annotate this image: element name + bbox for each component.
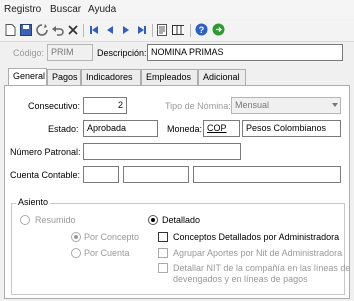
toolbar: ? xyxy=(0,20,354,42)
cuenta-contable-name[interactable] xyxy=(193,166,341,183)
svg-text:?: ? xyxy=(199,25,205,35)
undo-icon[interactable] xyxy=(52,24,64,36)
general-panel: Consecutivo: 2 Tipo de Nómina: Mensual E… xyxy=(4,85,350,299)
consecutivo-label: Consecutivo: xyxy=(28,101,81,111)
tab-general[interactable]: General xyxy=(8,68,47,86)
exit-icon[interactable] xyxy=(212,23,225,36)
por-concepto-label: Por Concepto xyxy=(84,232,140,242)
numero-patronal-label: Número Patronal: xyxy=(10,147,81,157)
cuenta-contable-code-2[interactable] xyxy=(123,166,189,183)
detallar-nit-checkbox[interactable] xyxy=(158,263,168,273)
por-cuenta-radio[interactable] xyxy=(71,248,81,258)
descripcion-label: Descripción: xyxy=(97,48,147,58)
agrupar-checkbox[interactable] xyxy=(158,248,168,258)
tab-empleados[interactable]: Empleados xyxy=(141,69,198,85)
moneda-name-field[interactable]: Pesos Colombianos xyxy=(242,120,341,137)
chevron-down-icon xyxy=(332,103,338,107)
tab-pagos[interactable]: Pagos xyxy=(47,69,81,85)
menu-buscar[interactable]: Buscar xyxy=(50,4,81,15)
menu-registro[interactable]: Registro xyxy=(4,4,41,15)
first-icon[interactable] xyxy=(88,24,100,36)
detallar-nit-label-2: devengados y en líneas de pagos xyxy=(173,274,308,284)
codigo-label: Código: xyxy=(13,48,45,58)
columns-icon[interactable] xyxy=(172,24,184,36)
tipo-nomina-value: Mensual xyxy=(235,100,270,110)
help-icon[interactable]: ? xyxy=(195,23,208,36)
next-icon[interactable] xyxy=(120,24,132,36)
last-icon[interactable] xyxy=(136,24,148,36)
resumido-label: Resumido xyxy=(35,215,76,225)
descripcion-field[interactable]: NOMINA PRIMAS xyxy=(147,44,343,61)
save-icon[interactable] xyxy=(20,24,32,36)
prev-icon[interactable] xyxy=(104,24,116,36)
new-icon[interactable] xyxy=(4,24,16,36)
refresh-icon[interactable] xyxy=(36,24,48,36)
resumido-radio[interactable] xyxy=(20,215,30,225)
detallado-radio[interactable] xyxy=(148,215,158,225)
delete-icon[interactable] xyxy=(67,24,79,36)
conceptos-admin-label: Conceptos Detallados por Administradora xyxy=(173,232,340,242)
consecutivo-field[interactable]: 2 xyxy=(83,97,127,114)
agrupar-label: Agrupar Aportes por Nit de Administrador… xyxy=(173,248,343,258)
detallar-nit-label-1: Detallar NIT de la compañía en las línea… xyxy=(173,263,351,273)
tipo-nomina-select: Mensual xyxy=(231,97,341,114)
codigo-field: PRIM xyxy=(47,44,93,61)
tab-adicional[interactable]: Adicional xyxy=(198,69,246,85)
tipo-nomina-label: Tipo de Nómina: xyxy=(165,101,231,111)
conceptos-admin-checkbox[interactable] xyxy=(158,232,168,242)
por-cuenta-label: Por Cuenta xyxy=(84,248,130,258)
detallado-label: Detallado xyxy=(162,215,201,225)
report-icon[interactable] xyxy=(156,24,168,36)
numero-patronal-field[interactable] xyxy=(83,143,241,160)
cuenta-contable-label: Cuenta Contable: xyxy=(10,170,81,180)
cuenta-contable-code-1[interactable] xyxy=(83,166,119,183)
por-concepto-radio[interactable] xyxy=(71,232,81,242)
estado-field[interactable]: Aprobada xyxy=(83,120,158,137)
asiento-title: Asiento xyxy=(16,197,51,207)
menu-bar: Registro Buscar Ayuda xyxy=(0,0,354,19)
moneda-code-field[interactable]: COP xyxy=(203,120,240,137)
estado-label: Estado: xyxy=(48,124,79,134)
moneda-label: Moneda: xyxy=(167,124,203,134)
tab-indicadores[interactable]: Indicadores xyxy=(81,69,141,85)
menu-ayuda[interactable]: Ayuda xyxy=(88,4,116,15)
